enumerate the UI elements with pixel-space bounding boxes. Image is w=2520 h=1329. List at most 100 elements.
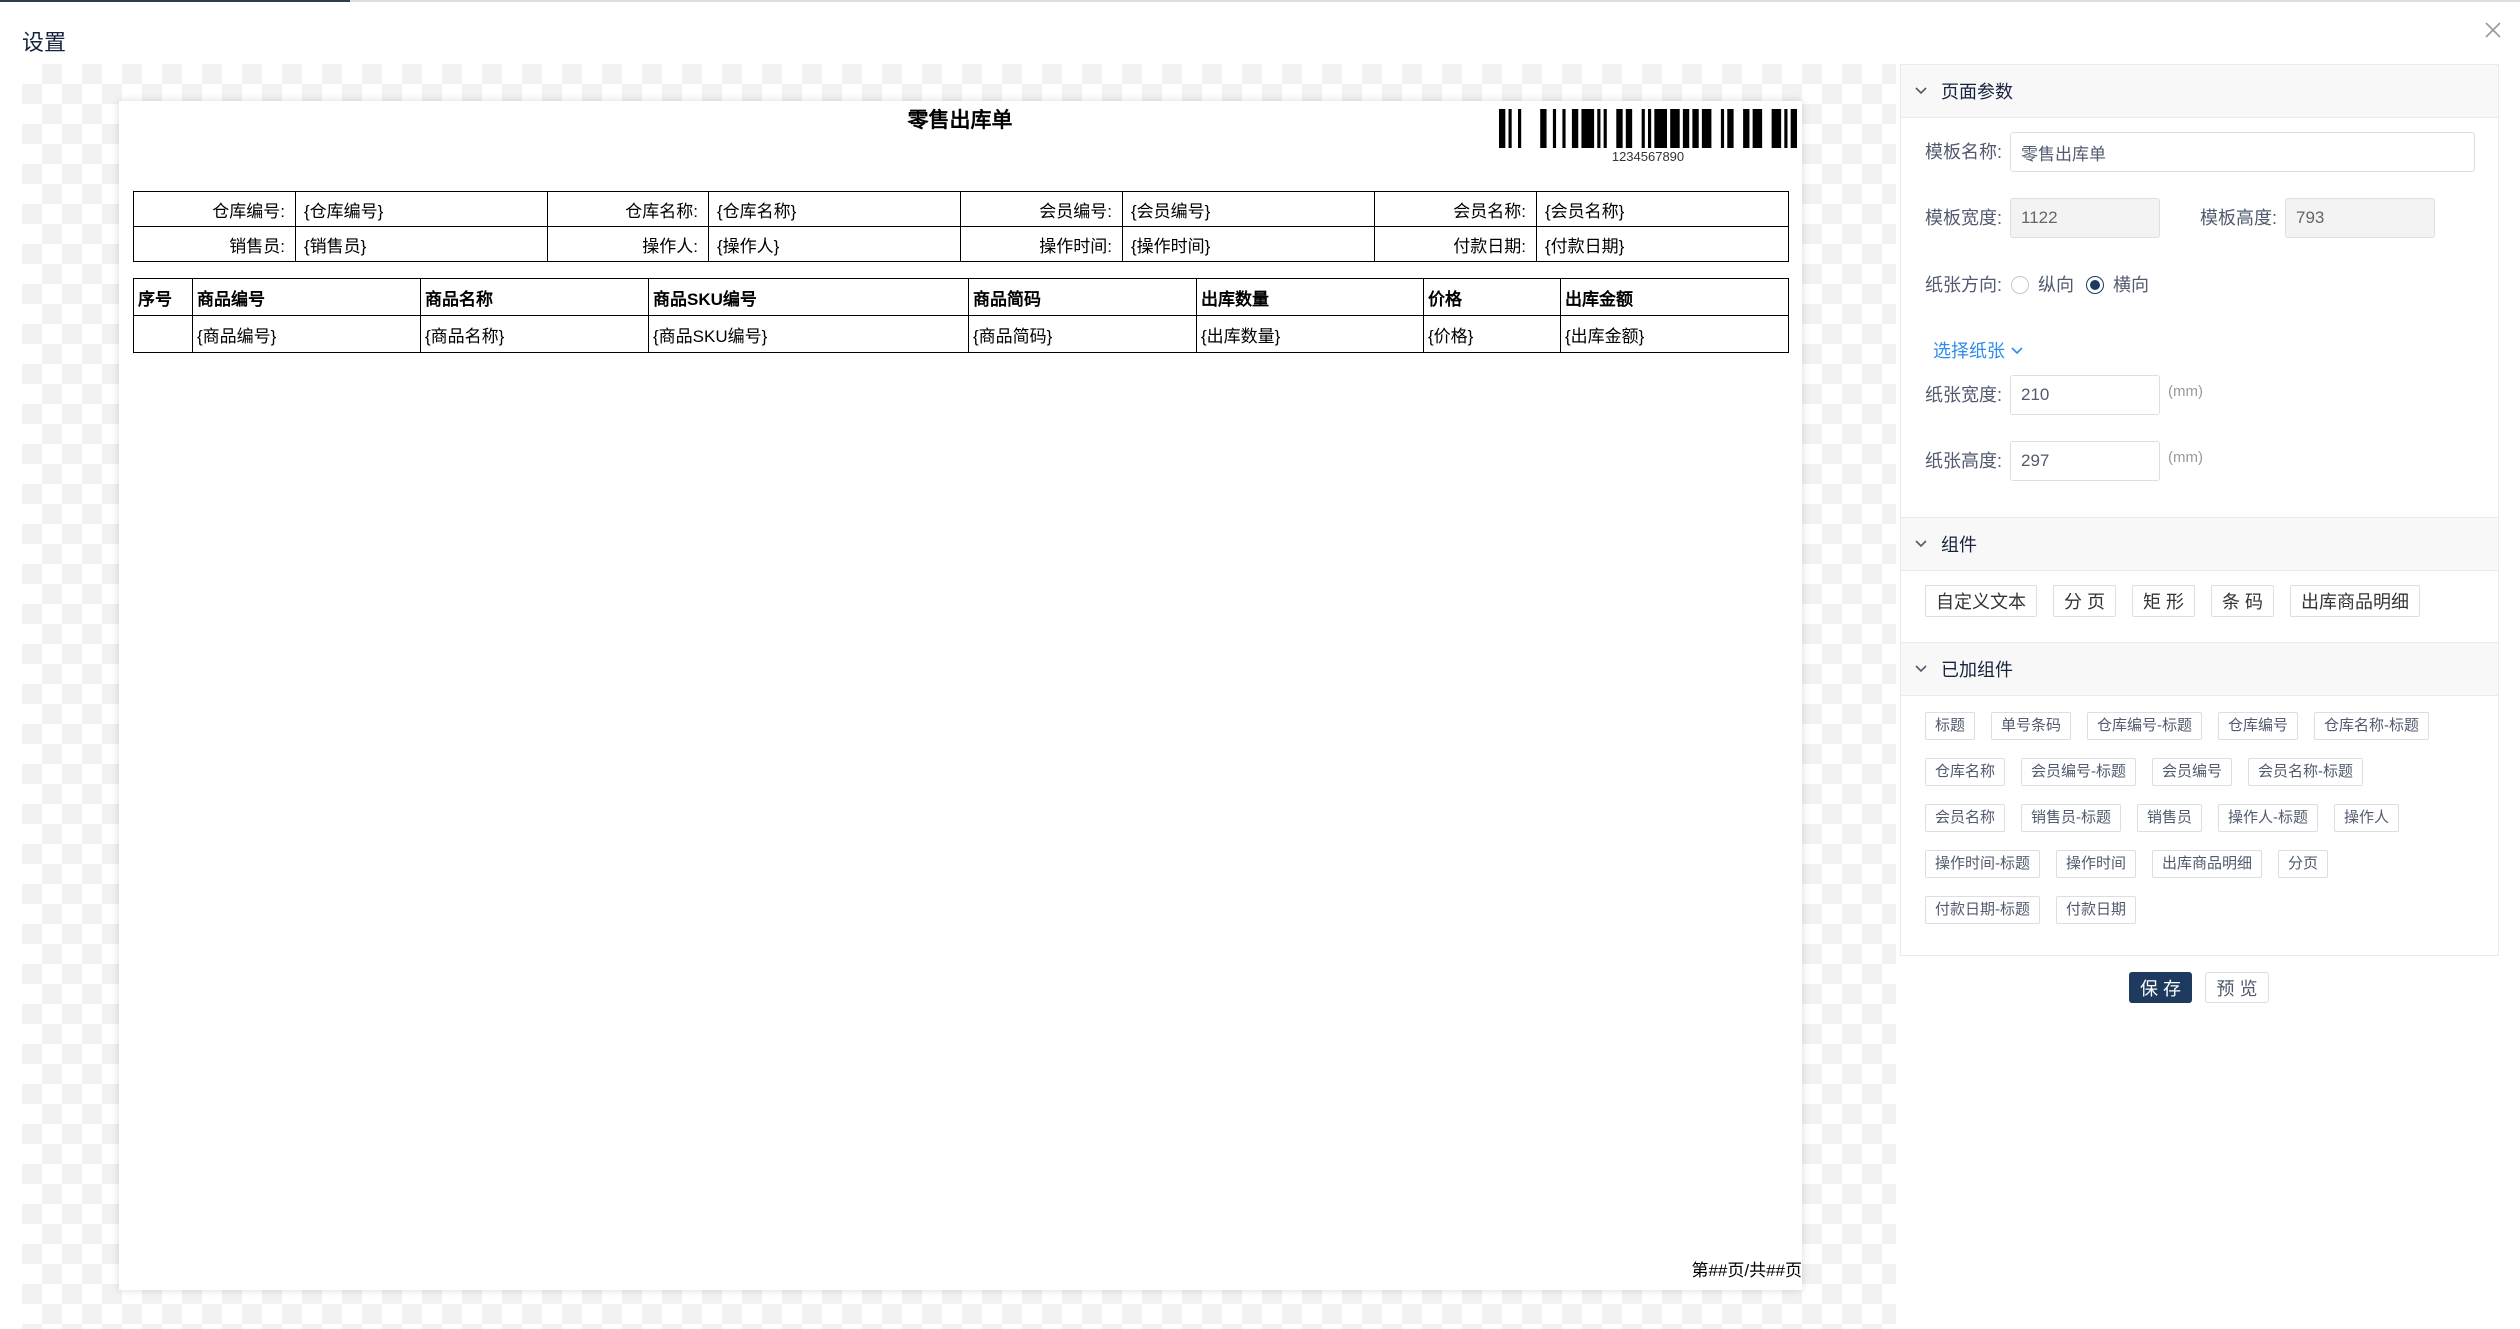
operator-field[interactable]: {操作人} xyxy=(708,226,961,262)
barcode-bar xyxy=(1518,109,1522,148)
barcode-bar xyxy=(1771,109,1782,148)
select-paper-label: 选择纸张 xyxy=(1933,341,2005,361)
operation-time-label[interactable]: 操作时间: xyxy=(960,226,1123,262)
orientation-portrait-label[interactable]: 纵向 xyxy=(2038,273,2074,297)
added-tag-title[interactable]: 标题 xyxy=(1925,712,1976,740)
added-tag-operation-time[interactable]: 操作时间 xyxy=(2056,850,2137,878)
paper-width-input[interactable] xyxy=(2010,375,2160,415)
barcode-bar xyxy=(1692,109,1699,148)
barcode-bar xyxy=(1648,109,1652,148)
warehouse-code-field[interactable]: {仓库编号} xyxy=(295,191,548,227)
paper-height-label: 纸张高度: xyxy=(1925,451,2003,471)
detail-cell-index xyxy=(133,315,193,353)
chevron-down-icon xyxy=(1915,665,1927,673)
orientation-label: 纸张方向: xyxy=(1925,275,2003,295)
added-tag-operator-label[interactable]: 操作人-标题 xyxy=(2218,804,2319,832)
paper-height-input[interactable] xyxy=(2010,441,2160,481)
barcode-bar xyxy=(1752,109,1763,148)
added-tag-order-barcode[interactable]: 单号条码 xyxy=(1991,712,2072,740)
added-tag-salesperson[interactable]: 销售员 xyxy=(2137,804,2203,832)
operation-time-field[interactable]: {操作时间} xyxy=(1122,226,1375,262)
order-barcode[interactable]: 1234567890 xyxy=(1499,109,1797,167)
tag-row: 仓库名称 会员编号-标题 会员编号 会员名称-标题 xyxy=(1925,758,2498,786)
design-canvas: 零售出库单 1234567890 仓库编号: {仓库编号} 仓库名称: {仓库名… xyxy=(22,64,1896,1329)
paper-width-unit: (mm) xyxy=(2168,383,2203,400)
select-paper-link[interactable]: 选择纸张 xyxy=(1933,339,2024,363)
header-fields: 仓库编号: {仓库编号} 仓库名称: {仓库名称} 会员编号: {会员编号} 会… xyxy=(133,191,1789,262)
detail-col-quantity: 出库数量 xyxy=(1196,278,1424,316)
dialog-title: 设置 xyxy=(22,30,67,55)
barcode-bar xyxy=(1720,109,1725,148)
detail-cell-quantity: {出库数量} xyxy=(1196,315,1424,353)
added-tag-warehouse-name[interactable]: 仓库名称 xyxy=(1925,758,2006,786)
paper-height-unit: (mm) xyxy=(2168,449,2203,466)
barcode-bar xyxy=(1654,109,1668,148)
added-tag-salesperson-label[interactable]: 销售员-标题 xyxy=(2021,804,2122,832)
barcode-bar xyxy=(1562,109,1566,148)
save-button[interactable]: 保 存 xyxy=(2129,972,2192,1003)
barcode-bar xyxy=(1552,109,1557,148)
barcode-bar xyxy=(1682,109,1690,148)
detail-col-product-code: 商品编号 xyxy=(192,278,421,316)
section-header-components[interactable]: 组件 xyxy=(1901,518,2498,571)
payment-date-field[interactable]: {付款日期} xyxy=(1536,226,1789,262)
added-tag-member-code[interactable]: 会员编号 xyxy=(2152,758,2233,786)
member-code-label[interactable]: 会员编号: xyxy=(960,191,1123,227)
salesperson-label[interactable]: 销售员: xyxy=(133,226,296,262)
added-tag-operator[interactable]: 操作人 xyxy=(2334,804,2400,832)
template-paper[interactable]: 零售出库单 1234567890 仓库编号: {仓库编号} 仓库名称: {仓库名… xyxy=(119,101,1802,1290)
chevron-down-icon xyxy=(1915,540,1927,548)
barcode-bar xyxy=(1727,109,1734,148)
section-header-page-params[interactable]: 页面参数 xyxy=(1901,65,2498,118)
close-icon[interactable] xyxy=(2483,20,2503,40)
top-divider-active xyxy=(0,0,350,2)
template-width-label: 模板宽度: xyxy=(1925,208,2003,228)
warehouse-name-field[interactable]: {仓库名称} xyxy=(708,191,961,227)
section-title: 已加组件 xyxy=(1941,660,2013,680)
orientation-portrait-radio[interactable] xyxy=(2011,276,2029,294)
operator-label[interactable]: 操作人: xyxy=(547,226,709,262)
added-tag-warehouse-name-label[interactable]: 仓库名称-标题 xyxy=(2314,712,2430,740)
added-tag-warehouse-code-label[interactable]: 仓库编号-标题 xyxy=(2087,712,2203,740)
section-header-added-components[interactable]: 已加组件 xyxy=(1901,643,2498,696)
barcode-bar xyxy=(1508,109,1512,148)
template-name-input[interactable] xyxy=(2010,132,2475,172)
chevron-down-icon xyxy=(2011,347,2023,355)
barcode-bar xyxy=(1603,109,1607,148)
tag-row: 标题 单号条码 仓库编号-标题 仓库编号 仓库名称-标题 xyxy=(1925,712,2498,740)
orientation-landscape-radio[interactable] xyxy=(2086,276,2104,294)
orientation-landscape-label[interactable]: 横向 xyxy=(2113,273,2149,297)
payment-date-label[interactable]: 付款日期: xyxy=(1374,226,1537,262)
salesperson-field[interactable]: {销售员} xyxy=(295,226,548,262)
added-tag-member-name-label[interactable]: 会员名称-标题 xyxy=(2248,758,2364,786)
added-tag-payment-date-label[interactable]: 付款日期-标题 xyxy=(1925,896,2040,924)
add-outbound-items-button[interactable]: 出库商品明细 xyxy=(2290,585,2421,617)
detail-col-amount: 出库金额 xyxy=(1560,278,1789,316)
add-rectangle-button[interactable]: 矩 形 xyxy=(2132,585,2196,617)
template-height-label: 模板高度: xyxy=(2200,208,2278,228)
added-tag-member-code-label[interactable]: 会员编号-标题 xyxy=(2021,758,2137,786)
barcode-bar xyxy=(1571,109,1579,148)
warehouse-code-label[interactable]: 仓库编号: xyxy=(133,191,296,227)
add-barcode-button[interactable]: 条 码 xyxy=(2211,585,2275,617)
add-pagination-button[interactable]: 分 页 xyxy=(2053,585,2117,617)
added-tag-warehouse-code[interactable]: 仓库编号 xyxy=(2218,712,2299,740)
added-tag-payment-date[interactable]: 付款日期 xyxy=(2056,896,2137,924)
member-name-field[interactable]: {会员名称} xyxy=(1536,191,1789,227)
added-tag-operation-time-label[interactable]: 操作时间-标题 xyxy=(1925,850,2040,878)
warehouse-name-label[interactable]: 仓库名称: xyxy=(547,191,709,227)
template-title[interactable]: 零售出库单 xyxy=(860,108,1060,134)
barcode-bars xyxy=(1499,109,1797,148)
member-name-label[interactable]: 会员名称: xyxy=(1374,191,1537,227)
member-code-field[interactable]: {会员编号} xyxy=(1122,191,1375,227)
tag-row: 付款日期-标题 付款日期 xyxy=(1925,896,2498,924)
add-custom-text-button[interactable]: 自定义文本 xyxy=(1925,585,2037,617)
preview-button[interactable]: 预 览 xyxy=(2205,972,2269,1003)
added-tag-member-name[interactable]: 会员名称 xyxy=(1925,804,2006,832)
page-number-footer[interactable]: 第##页/共##页 xyxy=(1691,1260,1802,1282)
outbound-items-table[interactable]: 序号 商品编号 商品名称 商品SKU编号 商品简码 出库数量 价格 出库金额 {… xyxy=(133,278,1789,353)
added-tag-outbound-items[interactable]: 出库商品明细 xyxy=(2152,850,2263,878)
added-tag-pagination[interactable]: 分页 xyxy=(2278,850,2329,878)
top-divider xyxy=(0,0,2520,2)
template-width-input xyxy=(2010,198,2160,238)
